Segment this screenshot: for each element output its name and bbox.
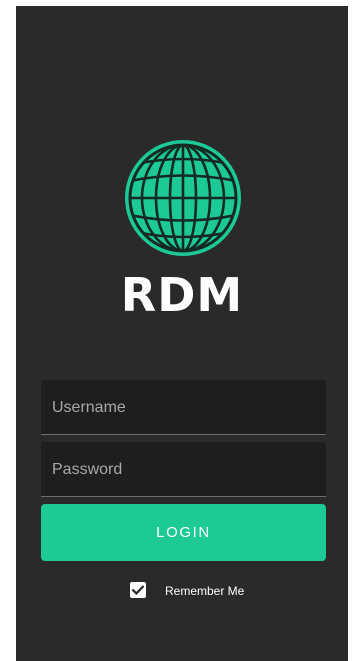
username-input[interactable] <box>41 380 326 435</box>
login-screen: RDM LOGIN Remember Me <box>16 6 348 661</box>
remember-me-label[interactable]: Remember Me <box>165 583 244 599</box>
password-field-container <box>41 442 326 497</box>
remember-me-row: Remember Me <box>16 581 348 601</box>
checkmark-icon <box>131 585 145 595</box>
login-button[interactable]: LOGIN <box>41 504 326 561</box>
password-input[interactable] <box>41 442 326 497</box>
username-field-container <box>41 380 326 435</box>
remember-me-checkbox[interactable] <box>130 582 146 598</box>
app-logo-text: RDM <box>120 268 244 322</box>
globe-icon <box>122 137 244 259</box>
